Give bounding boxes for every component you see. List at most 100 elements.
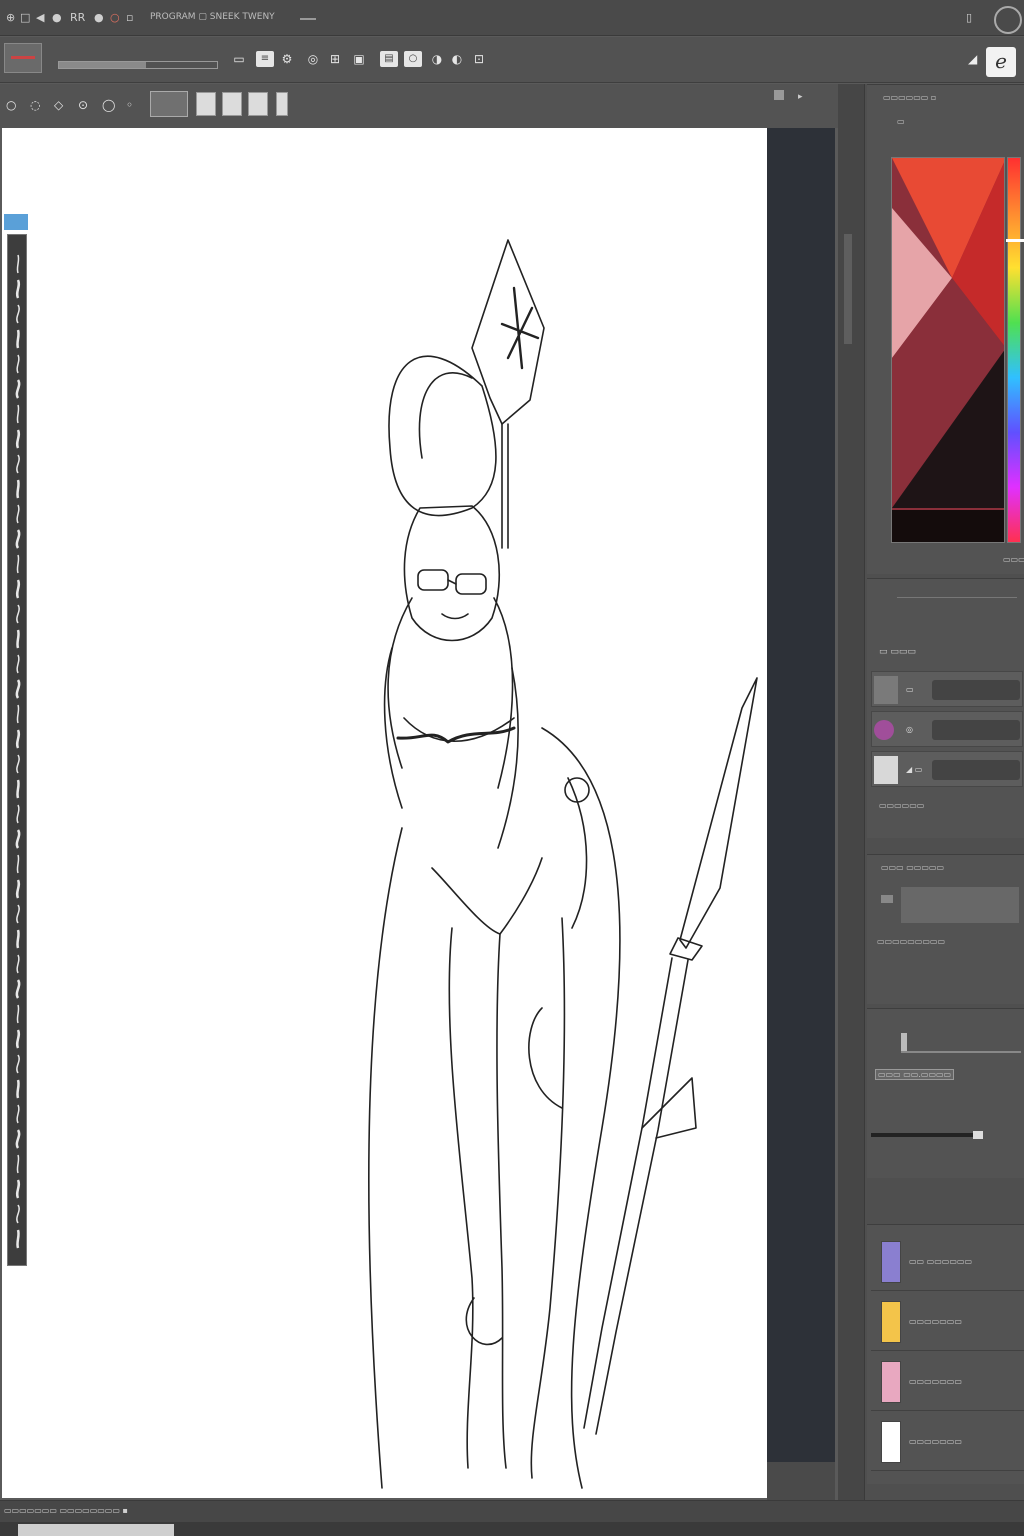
brush-size-mark[interactable]: [16, 1054, 20, 1074]
lasso-icon[interactable]: ◯: [102, 98, 115, 112]
brush-size-mark[interactable]: [15, 979, 21, 999]
brush-preset-eraser[interactable]: [276, 92, 288, 116]
size-slider[interactable]: [871, 1133, 981, 1137]
swatch-row-3[interactable]: ▭▭▭▭▭▭▭: [871, 1353, 1024, 1411]
brush-size-mark[interactable]: [16, 1229, 20, 1249]
layout-icon[interactable]: ≡: [256, 51, 274, 67]
brush-size-mark[interactable]: [16, 454, 20, 474]
brush-size-mark[interactable]: [15, 579, 21, 599]
shape-icon[interactable]: ◇: [54, 98, 63, 112]
hue-slider[interactable]: [1006, 157, 1024, 543]
window-button[interactable]: ▯: [966, 11, 972, 24]
brush-size-mark[interactable]: [16, 354, 20, 374]
square-icon[interactable]: ▫: [126, 11, 133, 24]
brush-size-mark[interactable]: [15, 529, 21, 549]
properties-field[interactable]: [901, 887, 1019, 923]
brush-size-mark[interactable]: [16, 654, 20, 674]
window-ring-icon[interactable]: [994, 6, 1022, 34]
brush-size-mark[interactable]: [15, 379, 21, 399]
brush-size-mark[interactable]: [16, 504, 20, 524]
back-icon[interactable]: ◀: [36, 11, 44, 24]
pen-icon[interactable]: ◢: [968, 52, 977, 66]
brush-size-mark[interactable]: [15, 729, 21, 749]
brush-size-mark[interactable]: [16, 754, 20, 774]
brush-size-mark[interactable]: [16, 1204, 20, 1224]
record-icon[interactable]: ●: [52, 11, 62, 24]
brush-size-mark[interactable]: [16, 954, 20, 974]
brush-size-strip[interactable]: [7, 234, 27, 1266]
dot-tool-icon[interactable]: ◦: [126, 98, 133, 112]
brush-size-mark[interactable]: [16, 804, 20, 824]
swatch-row-1[interactable]: ▭▭ ▭▭▭▭▭▭: [871, 1233, 1024, 1291]
contrast-alt-icon[interactable]: ◐: [448, 51, 466, 67]
contrast-icon[interactable]: ◑: [428, 51, 446, 67]
settings-icon[interactable]: ⚙: [278, 51, 296, 67]
brush-size-mark[interactable]: [15, 679, 21, 699]
brush-size-mark[interactable]: [16, 1004, 20, 1024]
opacity-track[interactable]: [901, 1051, 1021, 1053]
brush-size-mark[interactable]: [15, 1029, 21, 1049]
menu-icon-0[interactable]: ⊕: [6, 11, 15, 24]
hue-slider-handle[interactable]: [1006, 239, 1024, 242]
panel-expand-icon[interactable]: ▸: [798, 92, 803, 102]
brush-size-mark[interactable]: [16, 604, 20, 624]
view-icon[interactable]: ⊡: [470, 51, 488, 67]
swatch-row-4[interactable]: ▭▭▭▭▭▭▭: [871, 1413, 1024, 1471]
brush-size-mark[interactable]: [16, 704, 20, 724]
grid-icon[interactable]: ⊞: [326, 51, 344, 67]
spear-shaft: [583, 957, 673, 1429]
brush-size-mark[interactable]: [16, 904, 20, 924]
brush-size-mark[interactable]: [15, 1179, 21, 1199]
brush-size-mark[interactable]: [16, 479, 20, 499]
color-picker-square[interactable]: [891, 157, 1005, 543]
drawing-canvas[interactable]: [2, 128, 767, 1498]
brush-size-mark[interactable]: [16, 254, 20, 274]
brush-size-mark[interactable]: [16, 629, 20, 649]
frame-icon[interactable]: ▤: [380, 51, 398, 67]
brush-preset-marker[interactable]: [248, 92, 268, 116]
target-icon[interactable]: ◎: [304, 51, 322, 67]
brush-size-mark[interactable]: [16, 1154, 20, 1174]
brush-size-mark[interactable]: [15, 879, 21, 899]
layer-row-1[interactable]: ▭: [871, 671, 1023, 707]
swatch-label: ▭▭▭▭▭▭▭: [909, 1437, 962, 1446]
leg-left-outer: [448, 927, 474, 1469]
brush-size-mark[interactable]: [16, 1079, 20, 1099]
opacity-handle[interactable]: [901, 1033, 907, 1053]
brush-size-mark[interactable]: [16, 554, 20, 574]
taskbar-item[interactable]: [18, 1524, 174, 1536]
panel-scrollbar[interactable]: [844, 234, 852, 344]
brush-size-mark[interactable]: [16, 1104, 20, 1124]
page-icon[interactable]: ▭: [230, 51, 248, 67]
layer-row-3[interactable]: ◢ ▭: [871, 751, 1023, 787]
record-red-icon[interactable]: ○: [110, 11, 120, 24]
eyedropper-icon[interactable]: ⊙: [78, 98, 88, 112]
panel-toggle-icon[interactable]: [774, 90, 784, 100]
brush-size-mark[interactable]: [16, 329, 20, 349]
circle-icon[interactable]: ○: [404, 51, 422, 67]
brush-size-mark[interactable]: [15, 429, 21, 449]
brush-size-mark[interactable]: [15, 279, 21, 299]
brush-size-mark[interactable]: [16, 404, 20, 424]
brush-round-icon[interactable]: ○: [6, 98, 16, 112]
dot-icon[interactable]: ●: [94, 11, 104, 24]
document-thumbnail[interactable]: [4, 43, 42, 73]
brush-size-mark[interactable]: [16, 779, 20, 799]
menu-icon-1[interactable]: □: [20, 11, 30, 24]
brush-size-mark[interactable]: [16, 854, 20, 874]
ruler-tab[interactable]: [4, 214, 28, 230]
brush-preset-ink[interactable]: [222, 92, 242, 116]
brush-size-mark[interactable]: [15, 829, 21, 849]
size-slider-handle[interactable]: [973, 1131, 983, 1139]
brush-size-mark[interactable]: [16, 929, 20, 949]
menu-label[interactable]: RR: [70, 11, 85, 24]
brush-size-mark[interactable]: [16, 304, 20, 324]
brush-preset-selected[interactable]: [150, 91, 188, 117]
swatch-row-2[interactable]: ▭▭▭▭▭▭▭: [871, 1293, 1024, 1351]
layer-row-2[interactable]: ◎: [871, 711, 1023, 747]
properties-label-2: ▭▭▭▭▭▭▭▭▭: [877, 937, 946, 946]
brush-preset-pencil[interactable]: [196, 92, 216, 116]
brush-soft-icon[interactable]: ◌: [30, 98, 40, 112]
layer-icon[interactable]: ▣: [350, 51, 368, 67]
brush-size-mark[interactable]: [15, 1129, 21, 1149]
